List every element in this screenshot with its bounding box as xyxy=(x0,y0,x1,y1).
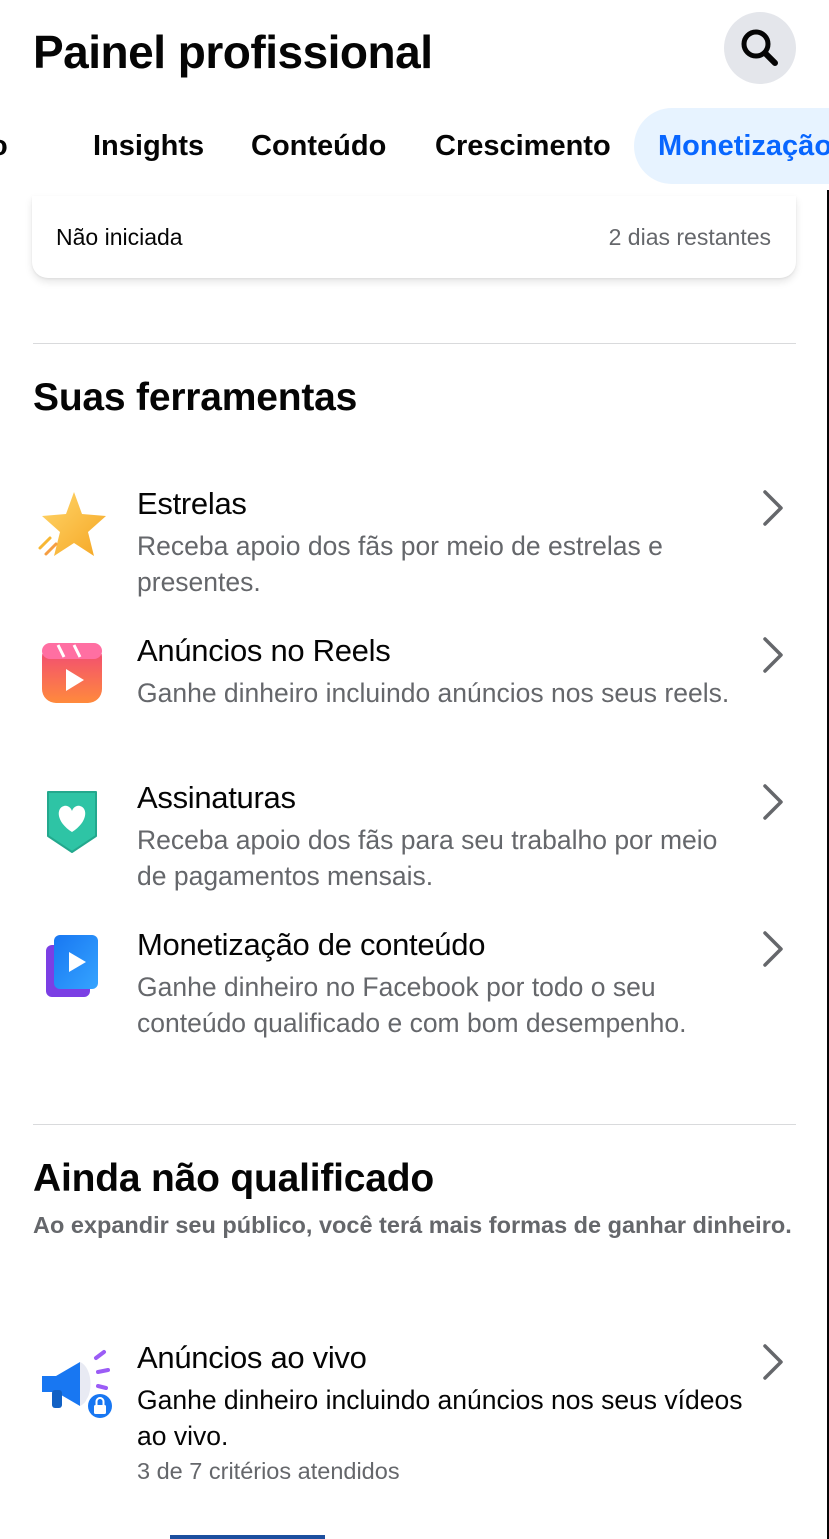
section-title-tools: Suas ferramentas xyxy=(33,376,358,419)
play-icon xyxy=(46,935,98,997)
chevron-right-icon xyxy=(763,490,783,526)
search-button[interactable] xyxy=(724,12,796,84)
tab-bar: o Insights Conteúdo Crescimento Monetiza… xyxy=(0,108,829,188)
tool-title: Estrelas xyxy=(137,486,247,521)
chevron-right-icon xyxy=(763,931,783,967)
tool-title: Anúncios ao vivo xyxy=(137,1340,367,1375)
reels-icon xyxy=(42,643,102,703)
tab-insights[interactable]: Insights xyxy=(93,108,204,184)
remaining-text: 2 dias restantes xyxy=(608,224,771,250)
tool-desc: Ganhe dinheiro incluindo anúncios nos se… xyxy=(137,678,730,708)
tool-title: Assinaturas xyxy=(137,780,296,815)
megaphone-lock-icon xyxy=(42,1350,115,1421)
heart-badge-icon xyxy=(47,791,97,853)
tab-conteudo[interactable]: Conteúdo xyxy=(251,108,386,184)
header: Painel profissional xyxy=(0,0,829,100)
chevron-right-icon xyxy=(763,1344,783,1380)
divider xyxy=(33,343,796,344)
star-icon xyxy=(38,492,106,556)
tool-desc: Receba apoio dos fãs por meio de estrela… xyxy=(137,531,663,597)
tool-desc: Ganhe dinheiro no Facebook por todo o se… xyxy=(137,972,687,1038)
tool-desc: Receba apoio dos fãs para seu trabalho p… xyxy=(137,825,718,891)
criteria-text: 3 de 7 critérios atendidos xyxy=(137,1458,400,1484)
status-text: Não iniciada xyxy=(56,224,183,250)
bottom-indicator xyxy=(170,1535,325,1539)
chevron-right-icon xyxy=(763,637,783,673)
divider xyxy=(33,1124,796,1125)
section-title-not-qualified: Ainda não qualificado xyxy=(33,1157,434,1200)
page-title: Painel profissional xyxy=(33,26,433,78)
chevron-right-icon xyxy=(763,784,783,820)
tool-desc: Ganhe dinheiro incluindo anúncios nos se… xyxy=(137,1385,743,1451)
tab-partial[interactable]: o xyxy=(0,108,8,184)
tab-monetizacao[interactable]: Monetização xyxy=(634,108,829,184)
search-icon xyxy=(741,29,778,66)
status-card[interactable]: Não iniciada 2 dias restantes xyxy=(32,196,796,278)
tool-title: Anúncios no Reels xyxy=(137,633,391,668)
tab-crescimento[interactable]: Crescimento xyxy=(435,108,611,184)
tool-title: Monetização de conteúdo xyxy=(137,927,486,962)
section-subtitle: Ao expandir seu público, você terá mais … xyxy=(33,1212,792,1238)
